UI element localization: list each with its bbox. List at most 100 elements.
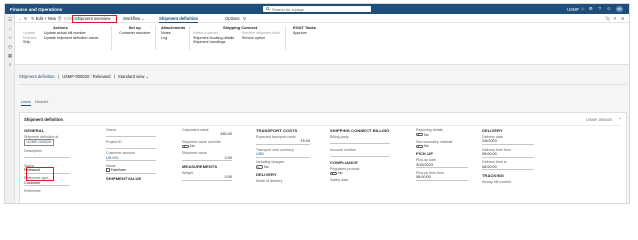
ribbon-group-shipping-connect: Shipping Connect Select a carrier Shipme… (193, 25, 286, 45)
toggle-switch (330, 171, 337, 175)
new-button[interactable]: + New (44, 16, 56, 21)
fasttab-summary: USMF-000020 (585, 117, 612, 122)
pickup-date-field[interactable]: 3/15/2023 (416, 163, 468, 169)
account-number-field[interactable] (330, 152, 390, 157)
section-title: DELIVERY (256, 171, 277, 177)
reference-type-field[interactable]: Customer (24, 181, 70, 187)
field-label: Safety data (330, 178, 349, 183)
name-field[interactable]: Fabrikam (106, 168, 156, 174)
breadcrumb-link[interactable]: Shipment definition (19, 74, 55, 79)
list-icon[interactable]: ≡ (8, 62, 13, 67)
search-icon[interactable]: ⚲ (243, 16, 246, 21)
ribbon-separator (189, 26, 190, 50)
ribbon-group-title: Actions (53, 25, 68, 30)
field-label: Reference (24, 188, 41, 193)
ribbon-separator (155, 26, 156, 50)
override-toggle[interactable]: No (182, 144, 232, 149)
breadcrumb-separator: | (57, 74, 59, 79)
transport-cost-currency-field[interactable]: USD (256, 152, 310, 158)
tab-shipment-definition[interactable]: Shipment definition (159, 16, 199, 23)
hamburger-icon[interactable]: ☰ (8, 17, 13, 22)
tab-lines[interactable]: Lines (21, 99, 31, 106)
ribbon-approve[interactable]: Approve (293, 31, 316, 36)
ribbon-group-title: EGAT Tasks (293, 25, 316, 30)
group-owner: Owner Project ID Customer account US-001… (106, 128, 156, 183)
ribbon-service-option[interactable]: Service option (242, 36, 281, 41)
home-icon[interactable]: ⌂ (8, 26, 13, 31)
delivery-date-field[interactable]: 1/6/2023 (482, 139, 534, 145)
group-delivery: DELIVERY Delivery date 1/6/2023 Delivery… (482, 128, 534, 187)
ribbon-group-title: Attachments (161, 25, 186, 30)
section-title: COMPLIANCE (330, 159, 358, 165)
delivery-time-to-field[interactable]: 08:00:00 (482, 165, 534, 171)
project-id-field[interactable] (106, 144, 156, 149)
smiley-icon[interactable]: ☺ (606, 6, 612, 12)
checkbox[interactable] (106, 168, 110, 172)
search-icon (266, 7, 270, 11)
group-values: Calculated value 480.00 Shipment value o… (182, 128, 232, 183)
toggle-switch (416, 144, 423, 148)
ribbon-group-attachments: Attachments Notes Log (161, 25, 185, 40)
workflow-label: Workflow (123, 16, 141, 21)
help-icon[interactable]: ? (597, 6, 603, 12)
toggle-label: No (424, 144, 429, 149)
section-title: TRANSPORT COSTS (256, 128, 298, 133)
reporting-details-toggle[interactable]: No (416, 132, 468, 137)
section-title: PICK-UP (416, 151, 434, 157)
top-bar: Finance and Operations Search for a page… (5, 4, 629, 14)
ribbon-container-structure[interactable]: Container structure (119, 31, 150, 36)
toggle-switch (182, 144, 189, 148)
expected-transport-costs-field[interactable]: 15.00 (256, 139, 310, 145)
customer-account-field[interactable]: US-001 (106, 156, 156, 162)
group-general: GENERAL Shipment definition id USMF-0000… (24, 128, 70, 196)
tab-options[interactable]: Options (225, 16, 239, 21)
ribbon-log[interactable]: Log (161, 36, 185, 41)
edit-button[interactable]: ✎ Edit (31, 16, 43, 21)
star-icon[interactable]: ☆ (8, 35, 13, 40)
ribbon-group-actions: Actions Update Release Ship Update actua… (23, 25, 105, 45)
owner-field[interactable] (106, 132, 156, 137)
section-title: SHIPPING CONNECT BILLING (330, 128, 390, 133)
breadcrumb: Shipment definition | USMF-000020 : Rele… (19, 74, 149, 79)
toggle-switch (416, 133, 423, 137)
divider (24, 125, 622, 126)
ribbon-update-owner[interactable]: Update shipment definition owner (44, 36, 99, 41)
close-icon[interactable]: ✕ (621, 16, 625, 21)
company-picker[interactable]: USMF (567, 7, 579, 12)
calculated-value-field: 480.00 (220, 132, 232, 137)
view-selector[interactable]: Standard view ⌄ (118, 74, 149, 79)
delivery-time-from-field[interactable]: 08:00:00 (482, 152, 534, 158)
open-new-window-icon[interactable]: ↗ (613, 16, 617, 21)
refresh-icon[interactable]: ↻ (24, 16, 28, 21)
toggle-label: No (264, 164, 269, 169)
workspace-icon[interactable]: ▦ (8, 53, 13, 58)
ribbon-group-setup: Set up Container structure (119, 25, 150, 36)
regulated-product-toggle[interactable]: No (330, 171, 390, 176)
highlight-box-shipment-overview (72, 14, 117, 23)
fasttab-title[interactable]: Shipment definition (24, 117, 63, 122)
chevron-up-icon[interactable]: ⌃ (618, 117, 622, 123)
tab-header[interactable]: Header (35, 99, 48, 104)
non-boundary-toggle[interactable]: No (416, 144, 468, 149)
back-icon[interactable]: ← (18, 16, 22, 21)
weight-field[interactable]: 0.00 (182, 175, 232, 181)
ribbon-shipment-handlings[interactable]: Shipment handlings (193, 40, 234, 45)
bell-icon[interactable]: ♨ (580, 6, 586, 12)
search-box[interactable]: Search for a page (263, 5, 371, 13)
pickup-time-field[interactable]: 08:00:00 (416, 175, 468, 181)
description-field[interactable] (24, 153, 70, 158)
gear-icon[interactable]: ⚙ (588, 6, 594, 12)
attachment-icon[interactable]: 📎 (605, 16, 610, 22)
toggle-label: No (338, 171, 343, 176)
workflow-menu[interactable]: Workflow ⌄ (123, 16, 145, 21)
clock-icon[interactable]: ◷ (8, 44, 13, 49)
shipment-definition-id-field[interactable]: USMF-000020 (24, 139, 54, 146)
billing-party-field[interactable] (330, 139, 390, 144)
highlight-box-status (26, 167, 54, 181)
ribbon-ship[interactable]: Ship (23, 40, 37, 45)
action-pane: ← ↻ ✎ Edit + New 🗑 Delete Shipment overv… (15, 14, 629, 23)
shipment-value-field[interactable]: 0.00 (182, 156, 232, 162)
ribbon-group-title: Shipping Connect (223, 25, 258, 30)
including-charges-toggle[interactable]: No (256, 165, 310, 170)
avatar[interactable]: AB (616, 5, 623, 13)
